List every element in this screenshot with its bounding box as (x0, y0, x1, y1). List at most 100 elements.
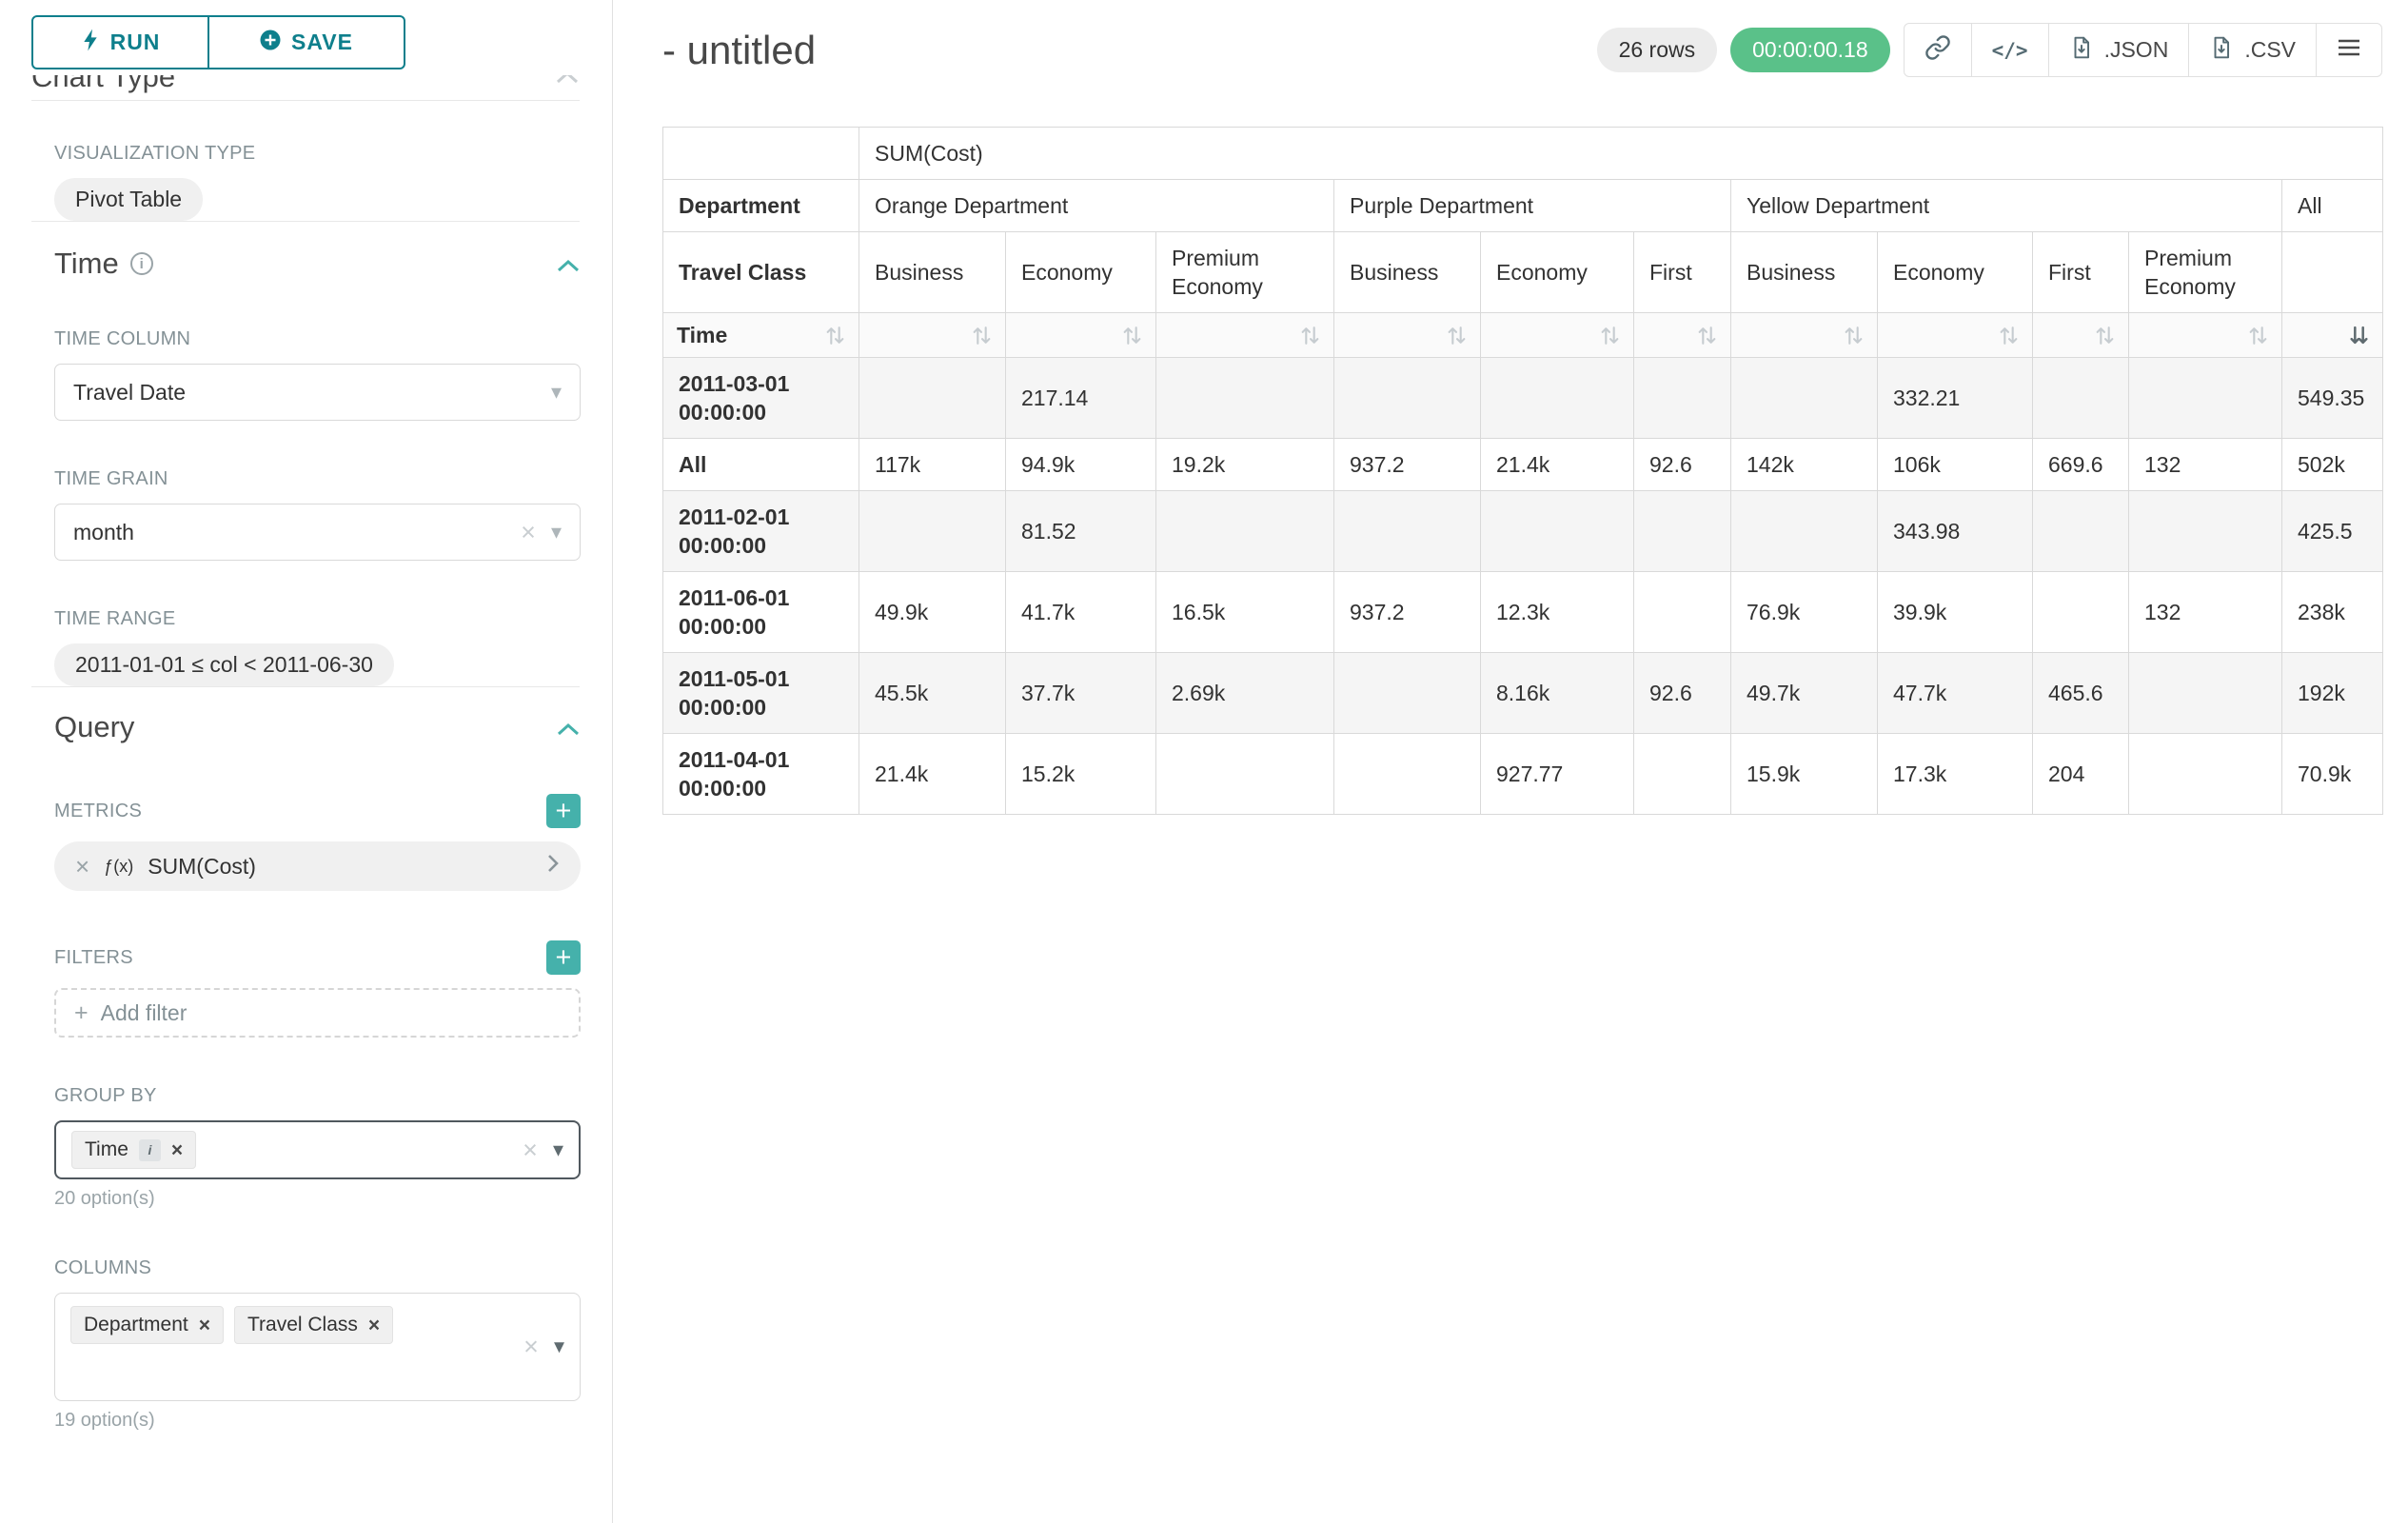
row-label: 2011-02-01 00:00:00 (663, 491, 859, 572)
select-controls: × ▾ (523, 1137, 563, 1163)
cell (1634, 572, 1731, 653)
export-json-label: .JSON (2104, 37, 2169, 63)
clear-icon[interactable]: × (521, 520, 536, 545)
columns-chip[interactable]: Travel Class × (234, 1306, 393, 1344)
view-query-button[interactable]: </> (1971, 23, 2049, 77)
cell: 549.35 (2282, 358, 2383, 439)
remove-metric-icon[interactable]: × (75, 854, 89, 879)
visualization-type-pill[interactable]: Pivot Table (54, 178, 203, 221)
add-filter-box[interactable]: + Add filter (54, 988, 581, 1038)
remove-chip-icon[interactable]: × (199, 1315, 210, 1335)
sort-icon[interactable] (1844, 325, 1864, 346)
query-section-title: Query (54, 710, 134, 744)
columns-chip[interactable]: Department × (70, 1306, 224, 1344)
chevron-down-icon[interactable]: ▾ (553, 1138, 563, 1162)
save-button-label: SAVE (291, 30, 353, 55)
chevron-right-icon[interactable] (546, 853, 560, 880)
sort-cell (1156, 313, 1334, 358)
chart-header-right: 26 rows 00:00:00.18 </> (1597, 23, 2382, 77)
travel-class-header-row: Travel ClassBusinessEconomyPremium Econo… (663, 232, 2383, 313)
sort-icon[interactable] (972, 325, 992, 346)
sort-icon[interactable] (2095, 325, 2115, 346)
sort-icon[interactable] (825, 325, 845, 346)
cell (2129, 358, 2282, 439)
clear-icon[interactable]: × (523, 1335, 539, 1360)
time-column-label: TIME COLUMN (54, 328, 581, 350)
group-by-select[interactable]: Time i × × ▾ (54, 1120, 581, 1179)
department-name: Purple Department (1334, 180, 1731, 232)
function-icon: ƒ(x) (104, 857, 133, 877)
action-buttons: RUN SAVE (31, 15, 580, 69)
section-divider (31, 686, 580, 687)
sort-cell (2129, 313, 2282, 358)
sort-cell (859, 313, 1006, 358)
travel-class-name: First (1634, 232, 1731, 313)
table-row: 2011-04-01 00:00:0021.4k15.2k927.7715.9k… (663, 734, 2383, 815)
remove-chip-icon[interactable]: × (368, 1315, 380, 1335)
sort-icon[interactable] (1600, 325, 1620, 346)
run-button[interactable]: RUN (31, 15, 209, 69)
chevron-down-icon[interactable]: ▾ (551, 521, 562, 544)
columns-label: COLUMNS (54, 1257, 581, 1279)
share-link-button[interactable] (1904, 23, 1972, 77)
info-icon[interactable]: i (130, 252, 153, 275)
chevron-down-icon[interactable]: ▾ (551, 381, 562, 405)
export-json-button[interactable]: .JSON (2048, 23, 2190, 77)
chart-type-section-header[interactable]: Chart Type (31, 75, 580, 100)
cell: 927.77 (1481, 734, 1634, 815)
cell: 21.4k (1481, 439, 1634, 491)
cell (2129, 491, 2282, 572)
sort-icon[interactable] (1122, 325, 1142, 346)
lightning-icon (81, 29, 100, 57)
cell: 19.2k (1156, 439, 1334, 491)
travel-class-name: Business (1731, 232, 1878, 313)
cell (1481, 491, 1634, 572)
cell (1334, 358, 1481, 439)
add-filter-button[interactable]: + (546, 940, 581, 975)
cell: 15.9k (1731, 734, 1878, 815)
visualization-section: VISUALIZATION TYPE Pivot Table (31, 143, 580, 221)
collapse-chevron-icon[interactable] (556, 247, 581, 281)
clear-icon[interactable]: × (523, 1137, 538, 1163)
cell: 17.3k (1878, 734, 2033, 815)
sort-icon[interactable] (1697, 325, 1717, 346)
control-panel: RUN SAVE Chart Type VISUALIZATION TYPE P… (0, 0, 613, 1523)
cell: 92.6 (1634, 653, 1731, 734)
chart-type-header-label: Chart Type (31, 75, 175, 94)
menu-button[interactable] (2316, 23, 2382, 77)
time-grain-label: TIME GRAIN (54, 468, 581, 490)
group-by-chip[interactable]: Time i × (71, 1131, 196, 1169)
chevron-up-icon[interactable] (555, 75, 580, 89)
time-grain-select[interactable]: month × ▾ (54, 504, 581, 561)
metric-header-row: SUM(Cost) (663, 128, 2383, 180)
cell (2129, 653, 2282, 734)
cell: 15.2k (1006, 734, 1156, 815)
chart-title[interactable]: - untitled (662, 28, 816, 73)
cell: 76.9k (1731, 572, 1878, 653)
sort-icon[interactable] (2248, 325, 2268, 346)
info-icon[interactable]: i (139, 1139, 161, 1161)
time-grain-value: month (73, 520, 134, 545)
sort-icon[interactable] (1300, 325, 1320, 346)
chevron-down-icon[interactable]: ▾ (554, 1335, 564, 1359)
chart-area: - untitled 26 rows 00:00:00.18 </> (613, 0, 2408, 1523)
sort-cell (1481, 313, 1634, 358)
columns-select[interactable]: Department × Travel Class × × ▾ (54, 1293, 581, 1401)
section-divider (31, 100, 580, 101)
sort-icon[interactable] (1999, 325, 2019, 346)
export-csv-button[interactable]: .CSV (2188, 23, 2317, 77)
sort-desc-icon[interactable] (2349, 325, 2369, 346)
cell (1334, 491, 1481, 572)
cell (1481, 358, 1634, 439)
save-button[interactable]: SAVE (207, 15, 405, 69)
table-row: All117k94.9k19.2k937.221.4k92.6142k106k6… (663, 439, 2383, 491)
collapse-chevron-icon[interactable] (556, 710, 581, 744)
time-column-select[interactable]: Travel Date ▾ (54, 364, 581, 421)
remove-chip-icon[interactable]: × (171, 1140, 183, 1160)
time-range-pill[interactable]: 2011-01-01 ≤ col < 2011-06-30 (54, 643, 394, 686)
metric-pill[interactable]: × ƒ(x) SUM(Cost) (54, 841, 581, 891)
sort-icon[interactable] (1447, 325, 1467, 346)
cell: 132 (2129, 439, 2282, 491)
cell (1156, 491, 1334, 572)
add-metric-button[interactable]: + (546, 794, 581, 828)
